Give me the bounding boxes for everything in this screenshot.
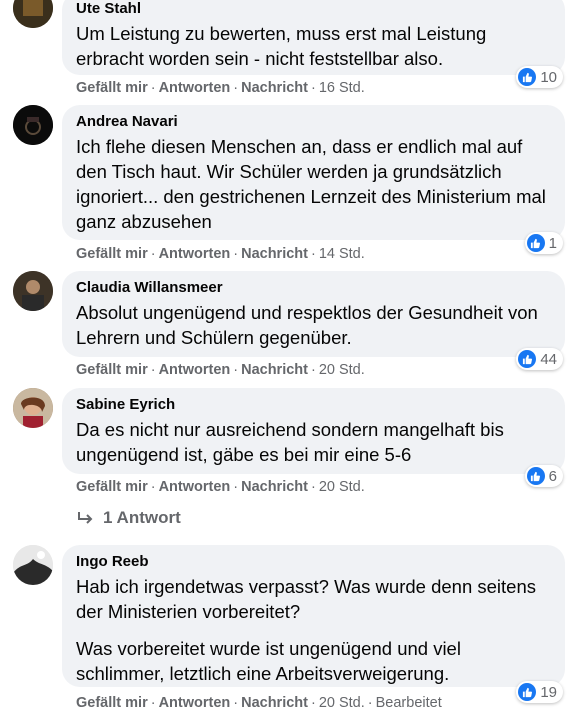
comment-author[interactable]: Ingo Reeb [76,553,551,571]
comment-text: Ich flehe diesen Menschen an, dass er en… [76,136,546,232]
reaction-count[interactable]: 6 [524,465,563,487]
comment-actions: Gefällt mir · Antworten · Nachricht · 20 Std. [76,362,365,378]
timestamp[interactable]: 20 Std. [319,479,365,495]
message-link[interactable]: Nachricht [241,246,308,262]
thumbs-up-icon [526,467,545,485]
reply-link[interactable]: Antworten [159,80,231,96]
comment-author[interactable]: Claudia Willansmeer [76,279,551,297]
reply-link[interactable]: Antworten [159,479,231,495]
comment-text: Da es nicht nur ausreichend sondern mang… [76,419,504,465]
reply-arrow-icon [76,510,94,526]
comment-text: Um Leistung zu bewerten, muss erst mal L… [76,23,487,69]
comment-actions: Gefällt mir · Antworten · Nachricht · 14 Std. [76,246,365,262]
comment-bubble: Andrea Navari Ich flehe diesen Menschen … [62,105,565,240]
timestamp[interactable]: 20 Std. [319,362,365,378]
comment-text: Absolut ungenügend und respektlos der Ge… [76,302,538,348]
comment-author[interactable]: Ute Stahl [76,0,551,18]
comment-bubble: Ingo Reeb Hab ich irgendetwas verpasst? … [62,545,565,687]
comment-author[interactable]: Sabine Eyrich [76,396,551,414]
avatar[interactable] [13,545,53,585]
comment-actions: Gefällt mir · Antworten · Nachricht · 16 Std. [76,80,365,96]
reply-link[interactable]: Antworten [159,695,231,711]
comment-actions: Gefällt mir · Antworten · Nachricht · 20 Std. ·… [76,695,442,711]
thumbs-up-icon [518,350,537,368]
edited-label[interactable]: Bearbeitet [376,695,442,711]
avatar[interactable] [13,271,53,311]
thumbs-up-icon [518,683,537,701]
thumbs-up-icon [518,68,537,86]
like-link[interactable]: Gefällt mir [76,479,148,495]
message-link[interactable]: Nachricht [241,80,308,96]
comment-bubble: Ute Stahl Um Leistung zu bewerten, muss … [62,0,565,75]
view-replies-link[interactable]: 1 Antwort [76,508,181,528]
reply-link[interactable]: Antworten [159,362,231,378]
message-link[interactable]: Nachricht [241,479,308,495]
timestamp[interactable]: 16 Std. [319,80,365,96]
comment-author[interactable]: Andrea Navari [76,113,551,131]
like-link[interactable]: Gefällt mir [76,695,148,711]
avatar[interactable] [13,388,53,428]
message-link[interactable]: Nachricht [241,695,308,711]
comment-bubble: Claudia Willansmeer Absolut ungenügend u… [62,271,565,357]
message-link[interactable]: Nachricht [241,362,308,378]
reaction-count[interactable]: 44 [516,348,563,370]
comment-text: Hab ich irgendetwas verpasst? Was wurde … [76,576,536,684]
like-link[interactable]: Gefällt mir [76,246,148,262]
thumbs-up-icon [526,234,545,252]
avatar[interactable] [13,0,53,28]
like-link[interactable]: Gefällt mir [76,80,148,96]
like-link[interactable]: Gefällt mir [76,362,148,378]
timestamp[interactable]: 20 Std. [319,695,365,711]
reaction-count[interactable]: 19 [516,681,563,703]
reply-link[interactable]: Antworten [159,246,231,262]
comment-bubble: Sabine Eyrich Da es nicht nur ausreichen… [62,388,565,474]
comment-actions: Gefällt mir · Antworten · Nachricht · 20 Std. [76,479,365,495]
timestamp[interactable]: 14 Std. [319,246,365,262]
reaction-count[interactable]: 1 [524,232,563,254]
reaction-count[interactable]: 10 [516,66,563,88]
avatar[interactable] [13,105,53,145]
